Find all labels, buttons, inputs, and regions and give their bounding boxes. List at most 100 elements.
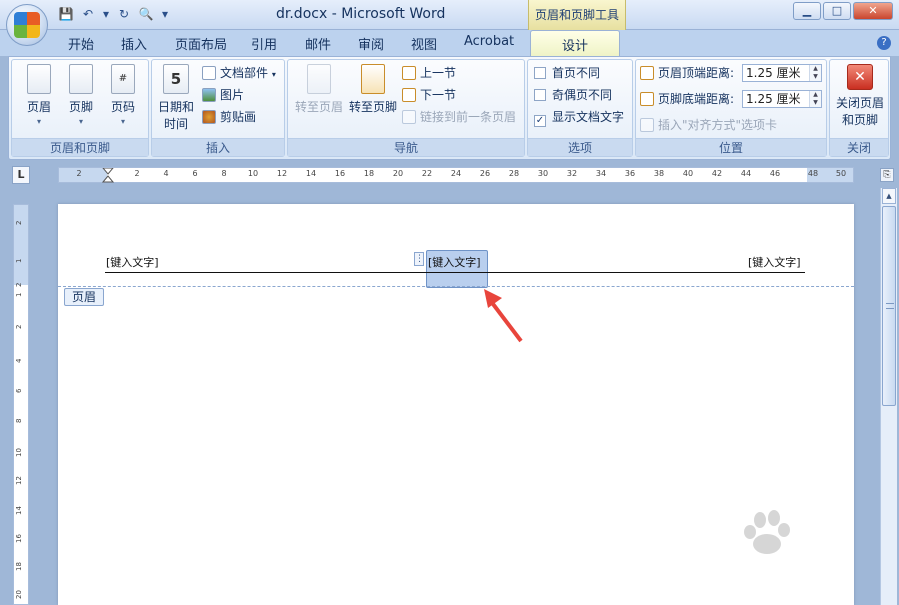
date-time-label-1: 日期和 <box>157 100 194 114</box>
ruler-tick: 18 <box>363 169 375 178</box>
view-ruler-icon[interactable]: ⎘ <box>880 168 894 182</box>
print-preview-icon[interactable]: 🔍 <box>138 6 154 22</box>
ruler-tick: 2 <box>15 282 23 287</box>
ruler-tick: 2 <box>76 169 82 178</box>
tab-selector-button[interactable]: L <box>12 166 30 184</box>
next-section-button[interactable]: 下一节 <box>402 86 456 104</box>
clipart-label: 剪贴画 <box>220 110 257 124</box>
clipart-button[interactable]: 剪贴画 <box>202 108 256 126</box>
quick-parts-label: 文档部件 <box>220 66 269 80</box>
goto-header-label: 转至页眉 <box>294 100 343 114</box>
header-center-placeholder[interactable]: [键入文字] <box>428 254 481 270</box>
goto-footer-button[interactable]: 转至页脚 <box>346 64 400 115</box>
tab-acrobat[interactable]: Acrobat <box>464 34 514 49</box>
tab-home[interactable]: 开始 <box>68 34 94 53</box>
horizontal-ruler[interactable]: 2 2 4 6 8 10 12 14 16 18 20 22 24 26 28 … <box>58 167 854 183</box>
ruler-tick: 2 <box>15 220 23 225</box>
customize-qat-icon[interactable]: ▾ <box>160 6 170 22</box>
group-label: 页眉和页脚 <box>12 138 148 156</box>
office-button[interactable] <box>6 4 48 46</box>
indent-marker-icon[interactable] <box>102 168 114 183</box>
insert-alignment-tab-button[interactable]: 插入"对齐方式"选项卡 <box>640 116 777 134</box>
page-number-icon: # <box>111 64 135 94</box>
ruler-tick: 2 <box>134 169 140 178</box>
tab-references[interactable]: 引用 <box>251 34 277 53</box>
header-distance-spinner[interactable]: 1.25 厘米 ▲ ▼ <box>742 64 822 82</box>
quick-parts-button[interactable]: 文档部件 ▾ <box>202 64 276 82</box>
ribbon-tabs: 开始 插入 页面布局 引用 邮件 审阅 视图 Acrobat 设计 ? <box>0 30 899 57</box>
footer-button[interactable]: 页脚 ▾ <box>62 64 100 126</box>
ruler-tick: 4 <box>15 358 23 363</box>
footer-distance-label-row: 页脚底端距离: <box>640 90 734 108</box>
footer-distance-label: 页脚底端距离: <box>658 92 735 106</box>
ruler-top-margin <box>14 205 28 285</box>
ruler-tick: 6 <box>15 388 23 393</box>
previous-section-button[interactable]: 上一节 <box>402 64 456 82</box>
tab-design[interactable]: 设计 <box>530 30 620 57</box>
header-button[interactable]: 页眉 ▾ <box>20 64 58 126</box>
footer-distance-spinner[interactable]: 1.25 厘米 ▲ ▼ <box>742 90 822 108</box>
restore-button[interactable]: □ <box>823 2 851 20</box>
close-header-footer-button[interactable]: ✕ 关闭页眉 和页脚 <box>832 64 888 128</box>
header-left-placeholder[interactable]: [键入文字] <box>106 254 159 270</box>
page-number-label: 页码 <box>110 100 135 114</box>
show-document-text-checkbox[interactable]: ✓ 显示文档文字 <box>534 108 624 127</box>
ruler-tick: 32 <box>566 169 578 178</box>
footer-distance-value: 1.25 厘米 <box>746 92 801 106</box>
save-icon[interactable]: 💾 <box>58 6 74 22</box>
header-right-placeholder[interactable]: [键入文字] <box>748 254 801 270</box>
alignment-tab-icon <box>640 118 654 132</box>
ruler-tick: 42 <box>711 169 723 178</box>
quick-access-toolbar: 💾 ↶ ▾ ↻ 🔍 ▾ <box>58 6 170 22</box>
scroll-grip-icon <box>886 303 894 309</box>
goto-header-button[interactable]: 转至页眉 <box>292 64 346 115</box>
spinner-arrows-icon[interactable]: ▲ ▼ <box>809 91 821 107</box>
scrollbar-thumb[interactable] <box>882 206 896 406</box>
next-section-label: 下一节 <box>420 88 457 102</box>
redo-icon[interactable]: ↻ <box>116 6 132 22</box>
spinner-arrows-icon[interactable]: ▲ ▼ <box>809 65 821 81</box>
ruler-tick: 24 <box>450 169 462 178</box>
group-navigation: 转至页眉 转至页脚 上一节 下一节 链接到前一条页眉 导航 <box>287 59 525 157</box>
different-first-page-checkbox[interactable]: 首页不同 <box>534 64 600 82</box>
ruler-tick: 1 <box>15 258 23 263</box>
ruler-tick: 28 <box>508 169 520 178</box>
help-icon[interactable]: ? <box>877 36 891 50</box>
checkbox-icon <box>534 89 546 101</box>
ruler-tick: 10 <box>247 169 259 178</box>
clipart-icon <box>202 110 216 124</box>
date-time-button[interactable]: 5 日期和 时间 <box>156 64 196 132</box>
undo-icon[interactable]: ↶ <box>80 6 96 22</box>
group-options: 首页不同 奇偶页不同 ✓ 显示文档文字 选项 <box>527 59 633 157</box>
scroll-up-arrow-icon[interactable]: ▲ <box>882 188 896 204</box>
odd-even-checkbox[interactable]: 奇偶页不同 <box>534 86 612 104</box>
checkbox-icon <box>534 67 546 79</box>
tab-review[interactable]: 审阅 <box>358 34 384 53</box>
close-window-button[interactable]: ✕ <box>853 2 893 20</box>
different-first-page-label: 首页不同 <box>552 66 601 80</box>
page-number-button[interactable]: # 页码 ▾ <box>104 64 142 126</box>
vertical-scrollbar[interactable]: ▲ <box>880 188 897 605</box>
tab-mailings[interactable]: 邮件 <box>305 34 331 53</box>
undo-dropdown-icon[interactable]: ▾ <box>102 6 110 22</box>
header-button-label: 页眉 <box>26 100 51 114</box>
group-label: 关闭 <box>830 138 888 156</box>
tab-view[interactable]: 视图 <box>411 34 437 53</box>
link-to-previous-button[interactable]: 链接到前一条页眉 <box>402 108 516 126</box>
ruler-tick: 50 <box>835 169 847 178</box>
ruler-tick: 44 <box>740 169 752 178</box>
ruler-tick: 38 <box>653 169 665 178</box>
goto-header-icon <box>307 64 331 94</box>
header-distance-label-row: 页眉顶端距离: <box>640 64 734 82</box>
content-control-handle-icon[interactable]: ⋮ <box>414 252 424 266</box>
ruler-tick: 6 <box>192 169 198 178</box>
window-title: dr.docx - Microsoft Word <box>276 6 446 22</box>
tab-page-layout[interactable]: 页面布局 <box>175 34 227 53</box>
window-controls: ▁ □ ✕ <box>793 2 893 20</box>
tab-insert[interactable]: 插入 <box>121 34 147 53</box>
goto-footer-icon <box>361 64 385 94</box>
minimize-button[interactable]: ▁ <box>793 2 821 20</box>
picture-button[interactable]: 图片 <box>202 86 244 104</box>
vertical-ruler[interactable]: 2 1 2 1 2 4 6 8 10 12 14 16 18 20 <box>13 204 29 605</box>
office-logo-icon <box>14 12 40 38</box>
